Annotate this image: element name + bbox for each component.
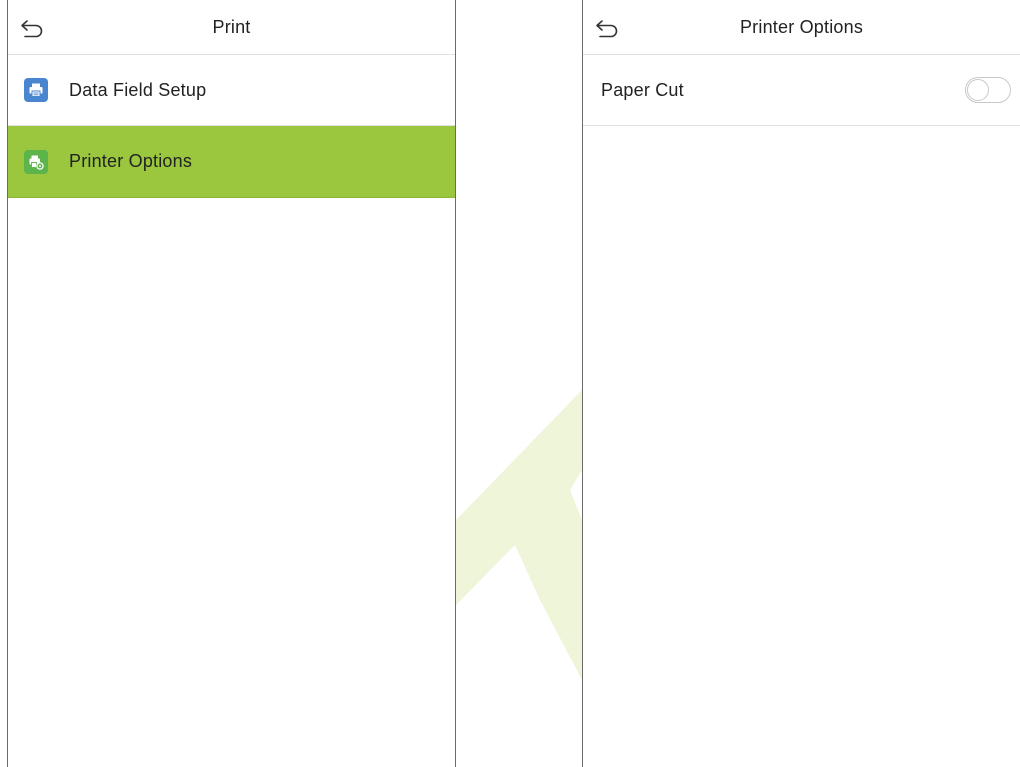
printer-settings-icon <box>24 149 48 174</box>
page-title: Print <box>212 17 251 37</box>
setting-row-paper-cut: Paper Cut <box>583 55 1020 126</box>
menu-item-data-field-setup[interactable]: Data Field Setup <box>8 55 455 126</box>
printer-options-header: Printer Options <box>583 0 1020 55</box>
setting-label: Paper Cut <box>601 79 684 100</box>
print-header: Print <box>8 0 455 55</box>
menu-item-label: Data Field Setup <box>69 79 207 100</box>
page-title: Printer Options <box>739 17 864 37</box>
toggle-knob <box>967 79 989 101</box>
printer-options-screen: Printer Options Paper Cut <box>582 0 1020 767</box>
paper-cut-toggle[interactable] <box>965 77 1011 103</box>
printer-icon <box>24 78 48 102</box>
menu-item-printer-options[interactable]: Printer Options <box>8 126 455 198</box>
print-screen: Print Data Field Setup Printer Options <box>7 0 456 767</box>
menu-item-label: Printer Options <box>69 151 193 171</box>
